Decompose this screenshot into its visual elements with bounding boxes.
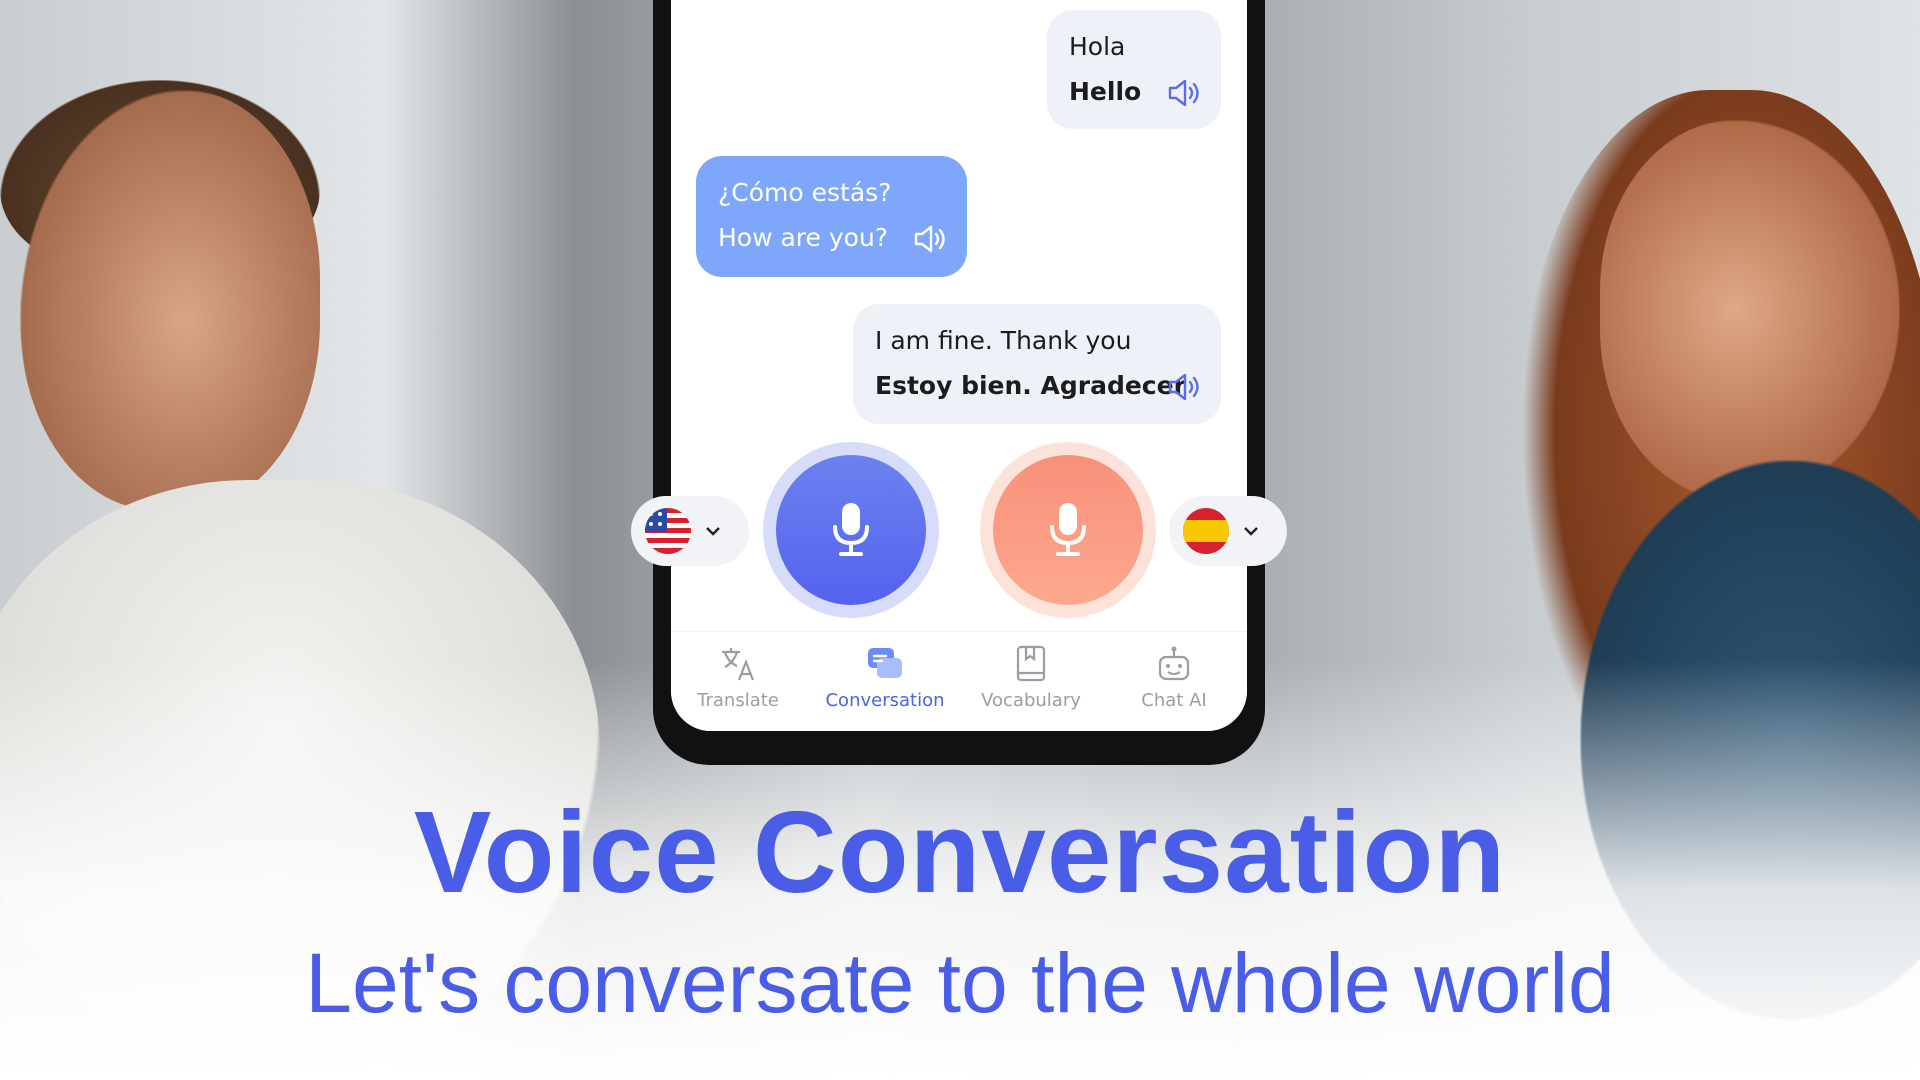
background-person-right [1600,120,1900,500]
microphone-icon [1050,503,1086,556]
translate-icon [722,648,755,681]
background-person-left [20,90,320,510]
us-flag-icon [645,508,691,554]
conversation-icon [868,648,902,678]
message-bubble: I am fine. Thank you Estoy bien. Agradec… [853,304,1221,424]
vocabulary-icon [1016,645,1046,682]
chevron-down-icon [1244,527,1258,536]
mic-button-right[interactable] [980,442,1156,618]
message-translation: How are you? [718,223,889,252]
message-bubble: ¿Cómo estás? How are you? [696,156,967,277]
chevron-down-icon [706,527,720,536]
message-original: ¿Cómo estás? [718,178,892,207]
mic-button-right-inner [993,455,1143,605]
phone-screen: Hola Hello ¿Cómo estás? How are you? I a… [671,0,1247,731]
speaker-icon[interactable] [913,224,947,254]
language-selector-right[interactable] [1169,496,1287,566]
speaker-icon[interactable] [1167,78,1201,108]
message-translation: Estoy bien. Agradecer [875,371,1186,400]
subheadline: Let's conversate to the whole world [305,936,1615,1030]
message-original: Hola [1069,32,1126,61]
nav-vocabulary[interactable]: Vocabulary [961,644,1101,711]
nav-label: Conversation [825,690,945,711]
nav-conversation[interactable]: Conversation [815,644,955,711]
nav-label: Translate [697,690,779,711]
message-bubble: Hola Hello [1047,10,1221,129]
mic-button-left-inner [776,455,926,605]
robot-icon [1158,646,1190,681]
mic-button-left[interactable] [763,442,939,618]
nav-label: Chat AI [1141,690,1207,711]
headline: Voice Conversation [413,787,1507,917]
microphone-icon [833,503,869,556]
speaker-icon[interactable] [1167,372,1201,402]
nav-label: Vocabulary [981,690,1081,711]
spain-flag-icon [1183,508,1229,554]
language-selector-left[interactable] [631,496,749,566]
bottom-navigation: Translate Conversation Vocabulary Chat A… [671,631,1247,731]
nav-chat-ai[interactable]: Chat AI [1104,644,1244,711]
message-translation: Hello [1069,77,1142,106]
nav-translate[interactable]: Translate [671,644,808,711]
message-original: I am fine. Thank you [875,326,1132,355]
